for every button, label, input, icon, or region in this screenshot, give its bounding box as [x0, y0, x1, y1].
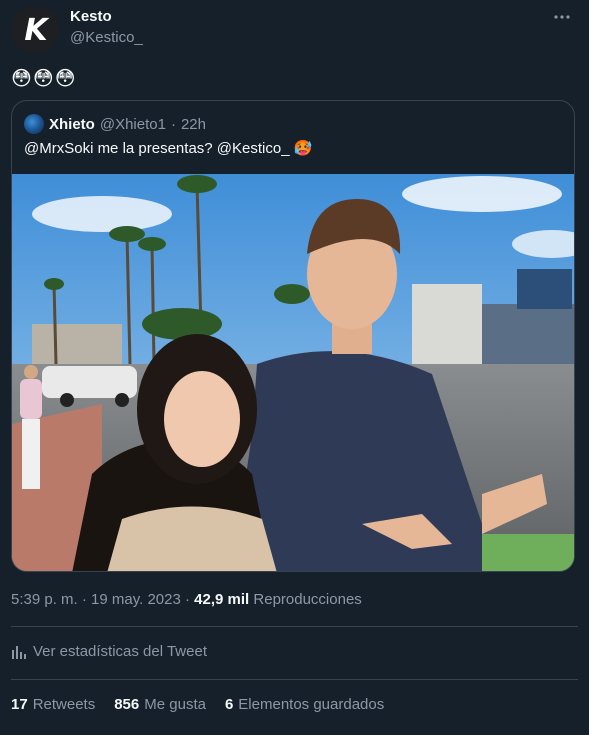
- likes-count[interactable]: 856 Me gusta: [114, 696, 206, 713]
- likes-label: Me gusta: [144, 696, 206, 713]
- avatar-letter: K: [24, 12, 47, 48]
- tweet-analytics-link[interactable]: Ver estadísticas del Tweet: [11, 643, 207, 660]
- bookmarks-number: 6: [224, 696, 234, 713]
- view-count-label: Reproducciones: [253, 591, 362, 608]
- tweet-text: 😳😳😳: [11, 68, 77, 90]
- quoted-tweet[interactable]: Xhieto @Xhieto1 · 22h @MrxSoki me la pre…: [11, 100, 575, 572]
- retweets-label: Retweets: [32, 696, 96, 713]
- meta-separator: ·: [185, 591, 190, 608]
- quoted-tweet-text: @MrxSoki me la presentas? @Kestico_ 🥵: [24, 140, 313, 157]
- bookmarks-label: Elementos guardados: [238, 696, 385, 713]
- quoted-author-avatar[interactable]: [24, 114, 44, 134]
- quoted-separator: ·: [170, 115, 176, 133]
- tweet-time[interactable]: 5:39 p. m.: [11, 591, 78, 608]
- view-count: 42,9 mil: [194, 591, 250, 608]
- tweet-date[interactable]: 19 may. 2023: [91, 591, 181, 608]
- divider: [11, 679, 578, 680]
- likes-number: 856: [114, 696, 140, 713]
- engagement-counts: 17 Retweets 856 Me gusta 6 Elementos gua…: [11, 696, 384, 713]
- bookmarks-count[interactable]: 6 Elementos guardados: [225, 696, 384, 713]
- author-handle[interactable]: @Kestico_: [70, 29, 143, 46]
- quoted-tweet-photo[interactable]: [12, 174, 575, 572]
- author-avatar[interactable]: K: [11, 6, 59, 54]
- tweet-timestamp: 5:39 p. m. · 19 may. 2023 · 42,9 mil Rep…: [11, 591, 362, 608]
- retweets-count[interactable]: 17 Retweets: [11, 696, 95, 713]
- meta-separator: ·: [81, 591, 87, 608]
- quoted-author-handle[interactable]: @Xhieto1: [100, 116, 166, 133]
- more-options-icon[interactable]: [551, 6, 573, 28]
- analytics-icon: [12, 645, 26, 659]
- analytics-label: Ver estadísticas del Tweet: [33, 643, 207, 660]
- quoted-time[interactable]: 22h: [181, 116, 206, 133]
- tweet-detail: K Kesto @Kestico_ 😳😳😳 Xhieto @Xhieto1 · …: [0, 0, 589, 735]
- retweets-number: 17: [11, 696, 28, 713]
- author-display-name[interactable]: Kesto: [70, 8, 112, 25]
- quoted-tweet-header: Xhieto @Xhieto1 · 22h: [24, 114, 206, 134]
- divider: [11, 626, 578, 627]
- quoted-author-name[interactable]: Xhieto: [49, 116, 95, 133]
